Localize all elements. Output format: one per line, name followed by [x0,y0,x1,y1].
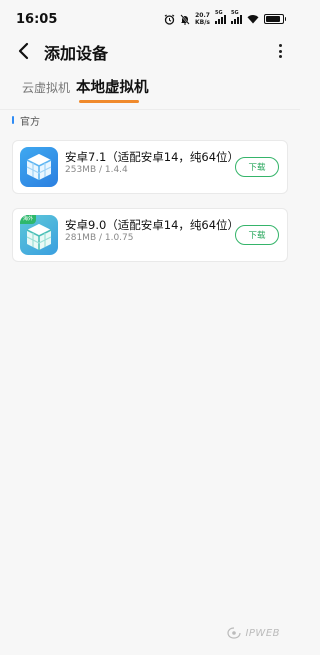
more-options-icon[interactable] [274,42,286,60]
download-button[interactable]: 下载 [235,157,279,177]
page-title: 添加设备 [44,44,109,63]
network-speed-value: 20.7 [195,12,210,19]
app-header: 添加设备 [0,38,300,64]
tab-local-vm[interactable]: 本地虚拟机 [76,76,149,97]
battery-fill [266,16,280,22]
watermark-logo-icon [227,627,242,639]
header-divider [0,109,300,110]
vm-cube-icon [20,147,58,187]
tab-cloud-vm[interactable]: 云虚拟机 [22,79,70,96]
sim1-label: 5G [215,10,223,16]
signal-icon-sim2: 5G [231,10,242,24]
wifi-icon [247,15,259,24]
tab-bar: 云虚拟机 本地虚拟机 [0,70,300,108]
sim2-label: 5G [231,10,239,16]
status-time: 16:05 [16,11,58,27]
watermark-text: IPWEB [245,627,280,639]
signal-icon-sim1: 5G [215,10,226,24]
mute-bell-icon [180,13,190,25]
watermark: IPWEB [227,627,280,639]
section-label: 官方 [20,116,40,128]
network-speed: 20.7 KB/s [195,12,210,26]
vm-list-item[interactable]: 海外 安卓9.0（适配安卓14，纯64位） 281MB / 1.0.75 下载 [12,208,288,262]
vm-cube-icon: 海外 [20,215,58,255]
vm-list-item[interactable]: 安卓7.1（适配安卓14，纯64位） 253MB / 1.4.4 下载 [12,140,288,194]
status-icons: 20.7 KB/s 5G 5G [164,10,286,26]
status-bar: 16:05 20.7 KB/s 5G 5G [0,0,300,38]
section-accent-bar [12,116,14,124]
alarm-icon [164,14,175,25]
vm-title: 安卓7.1（适配安卓14，纯64位） [65,150,240,164]
overseas-badge: 海外 [20,215,37,224]
vm-size-version: 281MB / 1.0.75 [65,233,134,243]
battery-icon [264,14,286,24]
active-tab-indicator [79,100,139,103]
download-button[interactable]: 下载 [235,225,279,245]
section-header-official: 官方 [12,113,40,128]
network-speed-unit: KB/s [195,19,210,26]
vm-title: 安卓9.0（适配安卓14，纯64位） [65,218,240,232]
vm-size-version: 253MB / 1.4.4 [65,165,128,175]
back-arrow-icon[interactable] [16,42,32,60]
